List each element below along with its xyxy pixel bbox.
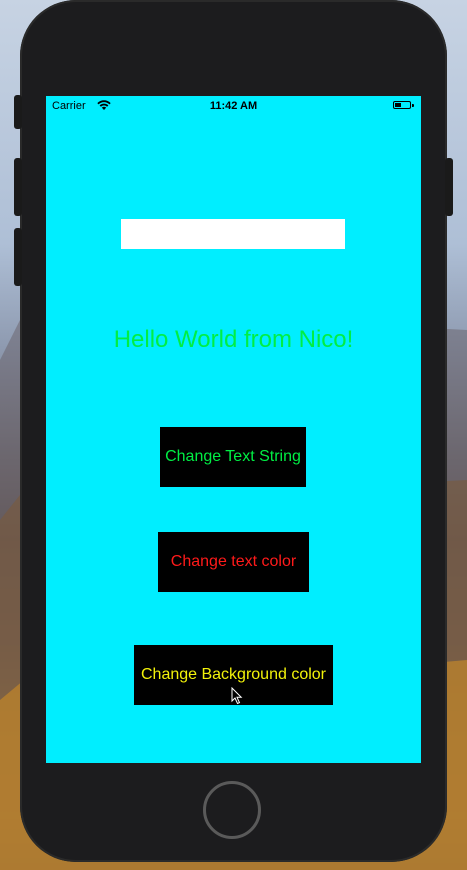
mute-switch	[14, 95, 22, 129]
status-time: 11:42 AM	[209, 100, 258, 112]
status-bar: Carrier 11:42 AM	[46, 96, 421, 116]
app-screen: Carrier 11:42 AM Hello World from Nico! …	[46, 96, 421, 763]
power-button	[445, 158, 453, 216]
change-text-string-button[interactable]: Change Text String	[160, 427, 306, 487]
hello-label: Hello World from Nico!	[113, 326, 354, 353]
change-text-color-button[interactable]: Change text color	[158, 532, 309, 592]
volume-up-button	[14, 158, 22, 216]
battery-icon	[393, 101, 415, 110]
volume-down-button	[14, 228, 22, 286]
home-button[interactable]	[203, 781, 261, 839]
text-input-field[interactable]	[121, 219, 345, 249]
mouse-cursor-icon	[231, 686, 243, 710]
